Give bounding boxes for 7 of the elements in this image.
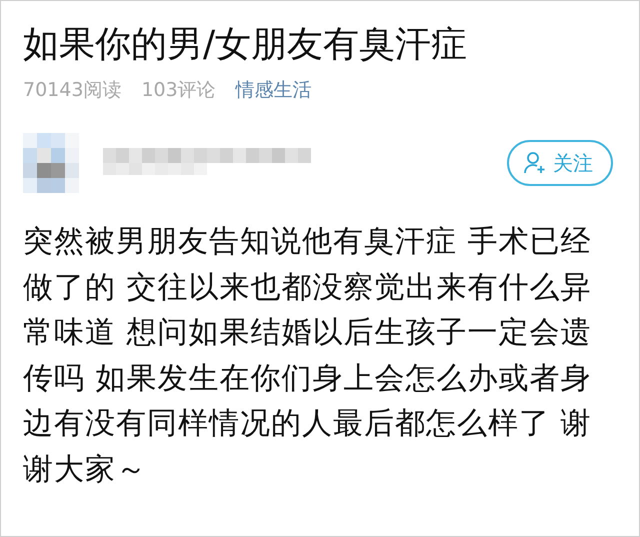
view-count: 70143阅读	[23, 78, 122, 103]
comment-count: 103评论	[141, 78, 216, 103]
post-body: 突然被男朋友告知说他有臭汗症 手术已经做了的 交往以来也都没察觉出来有什么异常味道 想问如果结婚以后生孩子一定会遗传吗 如果发生在你们身上会怎么办或者身边有没有同样情况的人最后都怎么样了 谢谢大家～	[23, 223, 593, 488]
add-user-icon	[523, 151, 547, 175]
category-link[interactable]: 情感生活	[236, 77, 312, 103]
follow-button[interactable]: 关注	[507, 140, 613, 186]
post-title: 如果你的男/女朋友有臭汗症	[23, 23, 468, 67]
